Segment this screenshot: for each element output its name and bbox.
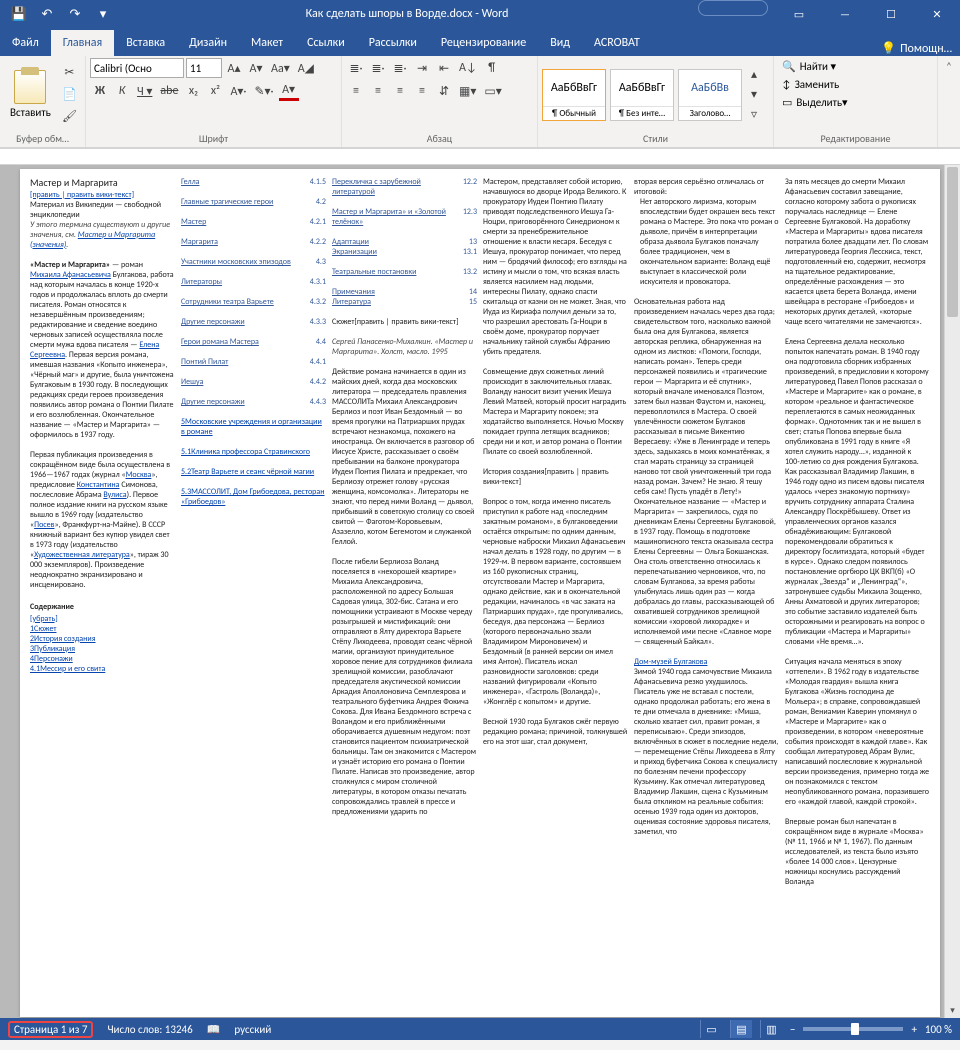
zoom-out-button[interactable]: − <box>790 1023 795 1036</box>
zoom-level[interactable]: 100 % <box>925 1023 952 1036</box>
borders-button[interactable]: ▭▾ <box>481 81 504 101</box>
bullets-button[interactable]: ≣· <box>346 58 366 78</box>
highlight-button[interactable]: ✎▾· <box>251 81 276 101</box>
align-left-button[interactable]: ≡ <box>346 81 366 101</box>
group-font-label: Шрифт <box>90 131 337 145</box>
redo-button[interactable]: ↷ <box>62 1 88 27</box>
document-page[interactable]: Мастер и Маргарита [править | править ви… <box>20 169 940 1017</box>
format-painter-button[interactable]: 🖌 <box>59 107 80 127</box>
zoom-in-button[interactable]: + <box>911 1023 916 1036</box>
shading-button[interactable]: ▦▾ <box>456 81 479 101</box>
tab-mailings[interactable]: Рассылки <box>357 30 429 56</box>
word-count[interactable]: Число слов: 13246 <box>107 1023 192 1036</box>
tab-acrobat[interactable]: ACROBAT <box>582 30 652 56</box>
print-layout-button[interactable]: ▤ <box>730 1020 752 1038</box>
tab-file[interactable]: Файл <box>0 30 51 56</box>
numbering-button[interactable]: ≣· <box>368 58 388 78</box>
tab-review[interactable]: Рецензирование <box>429 30 538 56</box>
font-name-select[interactable] <box>90 58 184 78</box>
sort-button[interactable]: A↓ <box>456 58 480 78</box>
vertical-scrollbar[interactable]: ▴ ▾ <box>944 165 960 1018</box>
shrink-font-button[interactable]: A▾ <box>246 58 266 78</box>
styles-expand[interactable]: ▿ <box>744 105 764 125</box>
align-center-button[interactable]: ≡ <box>368 81 388 101</box>
italic-button[interactable]: К <box>112 81 132 101</box>
grow-font-button[interactable]: A▴ <box>224 58 244 78</box>
tab-view[interactable]: Вид <box>538 30 582 56</box>
group-styles-label: Стили <box>542 131 769 145</box>
font-color-button[interactable]: A▾ <box>279 81 299 101</box>
line-spacing-button[interactable]: ⇵ <box>434 81 454 101</box>
justify-button[interactable]: ≡ <box>412 81 432 101</box>
styles-scroll-down[interactable]: ▾ <box>744 85 764 105</box>
scroll-down-button[interactable]: ▾ <box>945 1002 960 1018</box>
decrease-indent-button[interactable]: ⇥ <box>412 58 432 78</box>
change-case-button[interactable]: Aa▾ <box>268 58 293 78</box>
page-indicator[interactable]: Страница 1 из 7 <box>8 1021 93 1038</box>
align-right-button[interactable]: ≡ <box>390 81 410 101</box>
style-no-spacing[interactable]: АаБбВвГг ¶ Без инте… <box>610 69 674 121</box>
find-button[interactable]: 🔍 Найти ▾ <box>778 58 840 75</box>
superscript-button[interactable]: x² <box>205 81 225 101</box>
replace-button[interactable]: ↕ Заменить <box>778 76 843 93</box>
tell-me[interactable]: 💡 Помощн… <box>881 41 952 56</box>
text-effects-button[interactable]: A▾· <box>227 81 249 101</box>
proofing-icon[interactable]: 📖 <box>207 1023 221 1036</box>
language-indicator[interactable]: русский <box>234 1023 271 1036</box>
increase-indent-button[interactable]: ⇤ <box>434 58 454 78</box>
styles-scroll-up[interactable]: ▴ <box>744 65 764 85</box>
tab-layout[interactable]: Макет <box>239 30 295 56</box>
group-editing-label: Редактирование <box>778 131 933 145</box>
paste-button[interactable]: Вставить <box>4 66 57 123</box>
tab-design[interactable]: Дизайн <box>177 30 239 56</box>
tab-references[interactable]: Ссылки <box>295 30 357 56</box>
undo-button[interactable]: ↶ <box>34 1 60 27</box>
cut-button[interactable]: ✂ <box>59 63 80 83</box>
web-layout-button[interactable]: ▥ <box>760 1020 782 1038</box>
multilevel-list-button[interactable]: ≣· <box>390 58 410 78</box>
subscript-button[interactable]: x₂ <box>183 81 203 101</box>
strikethrough-button[interactable]: abe <box>157 81 181 101</box>
show-marks-button[interactable]: ¶ <box>482 58 502 78</box>
zoom-slider[interactable] <box>803 1027 903 1031</box>
style-heading1[interactable]: АаБбВв Заголово… <box>678 69 742 121</box>
tab-home[interactable]: Главная <box>51 30 114 56</box>
doc-heading: Мастер и Маргарита <box>30 177 175 190</box>
user-badge[interactable] <box>698 0 768 16</box>
group-paragraph-label: Абзац <box>346 131 533 145</box>
scroll-thumb[interactable] <box>947 167 958 317</box>
qat-customize[interactable]: ▾ <box>90 1 116 27</box>
save-button[interactable]: 💾 <box>6 1 32 27</box>
minimize-button[interactable]: — <box>822 0 868 28</box>
edit-links: [править | править вики-текст] <box>30 190 175 200</box>
font-size-select[interactable] <box>186 58 222 78</box>
maximize-button[interactable]: ☐ <box>868 0 914 28</box>
underline-button[interactable]: Ч ▾ <box>134 81 155 101</box>
tab-insert[interactable]: Вставка <box>114 30 177 56</box>
group-clipboard-label: Буфер обм… <box>4 131 81 145</box>
clear-formatting-button[interactable]: A◢ <box>295 58 317 78</box>
read-mode-button[interactable]: ▭ <box>700 1020 722 1038</box>
toc-heading: Содержание <box>30 602 175 612</box>
collapse-ribbon-button[interactable]: ˄ <box>938 56 960 147</box>
ribbon-display-options[interactable]: ▭ <box>776 0 822 28</box>
copy-button[interactable]: 📄 <box>59 85 80 105</box>
ribbon-tabs: Файл Главная Вставка Дизайн Макет Ссылки… <box>0 28 960 56</box>
window-title: Как сделать шпоры в Ворде.docx - Word <box>116 7 698 21</box>
select-button[interactable]: ▭ Выделить▾ <box>778 94 852 111</box>
close-button[interactable]: ✕ <box>914 0 960 28</box>
horizontal-ruler[interactable] <box>0 149 960 165</box>
clipboard-icon <box>14 70 46 104</box>
style-normal[interactable]: АаБбВвГг ¶ Обычный <box>542 69 606 121</box>
bold-button[interactable]: Ж <box>90 81 110 101</box>
